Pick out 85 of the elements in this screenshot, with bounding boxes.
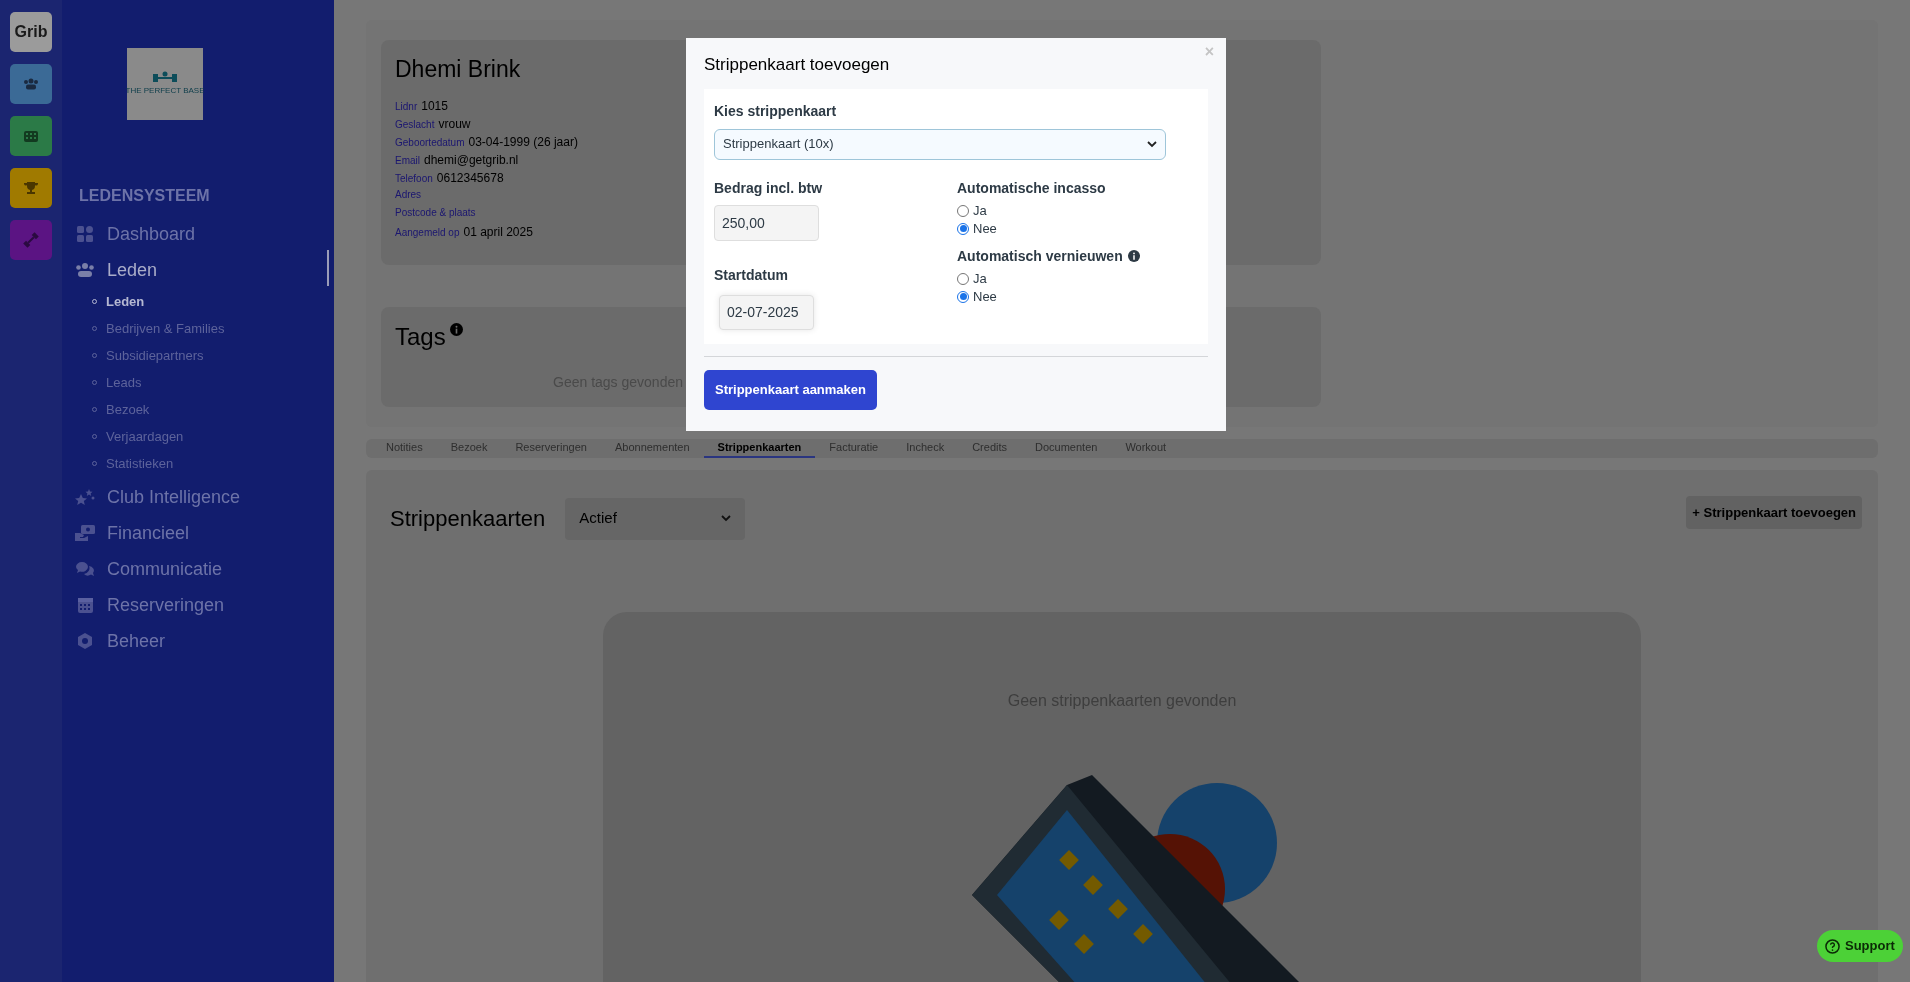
radio-button[interactable] (957, 290, 969, 303)
info-icon (449, 323, 463, 336)
nav-subitem[interactable]: Leden (75, 288, 334, 315)
tags-title: Tags (395, 322, 446, 352)
sparkle-stars-icon (75, 489, 95, 505)
support-button[interactable]: Support (1817, 930, 1903, 962)
section-heading: LEDENSYSTEEM (78, 186, 211, 206)
scroll-indicator (327, 250, 329, 286)
tab[interactable]: Documenten (1021, 439, 1112, 458)
grid-icon (77, 226, 93, 242)
create-button[interactable]: Strippenkaart aanmaken (704, 369, 877, 410)
nav-item[interactable]: Reserveringen (75, 587, 334, 623)
nav-subitem[interactable]: Bezoek (75, 396, 334, 423)
field-label: Automatische incasso (957, 178, 1106, 198)
tab[interactable]: Reserveringen (501, 439, 601, 458)
app-switcher-button[interactable]: Grib (10, 12, 52, 52)
tab[interactable]: Workout (1111, 439, 1181, 458)
nav-item[interactable]: Beheer (75, 623, 334, 659)
nav-subitem[interactable]: Leads (75, 369, 334, 396)
field-value: 03-04-1999 (26 jaar) (468, 133, 578, 151)
radio-option[interactable]: Ja (957, 201, 1140, 220)
help-icon (1825, 938, 1840, 954)
people-icon (75, 263, 95, 277)
radio-option[interactable]: Nee (957, 219, 1140, 238)
app-button[interactable] (10, 64, 52, 104)
tab[interactable]: Bezoek (436, 439, 502, 458)
field-label: Email (395, 153, 420, 168)
field-label: Telefoon (395, 171, 433, 186)
field-value: 1015 (421, 97, 448, 115)
dumbbell-icon (23, 232, 39, 248)
member-name: Dhemi Brink (395, 55, 521, 84)
trophy-icon (23, 181, 39, 195)
nav-item[interactable]: Dashboard (75, 216, 334, 252)
calendar-icon (77, 597, 93, 613)
nav-item[interactable]: Club Intelligence (75, 479, 334, 515)
settings-icon (77, 633, 93, 649)
nav-item[interactable]: Communicatie (75, 551, 334, 587)
date-input[interactable]: 02-07-2025 (719, 294, 814, 330)
field-label: Startdatum (714, 265, 789, 285)
status-dropdown[interactable]: Actief (565, 497, 746, 540)
radio-option[interactable]: Ja (957, 269, 1140, 288)
section-title: Strippenkaarten (390, 505, 546, 533)
field-value: dhemi@getgrib.nl (424, 151, 519, 169)
nav-subitem[interactable]: Statistieken (75, 450, 334, 477)
radio-button[interactable] (957, 272, 969, 285)
field-value: 01 april 2025 (463, 223, 533, 241)
nav-item[interactable]: Leden (75, 252, 334, 288)
people-icon (23, 78, 39, 90)
tab[interactable]: Notities (372, 439, 437, 458)
field-value: 0612345678 (436, 169, 504, 187)
nav-subitem[interactable]: Subsidiepartners (75, 342, 334, 369)
building-icon (24, 130, 38, 142)
field-label: Lidnr (395, 99, 418, 114)
field-label: Postcode & plaats (395, 205, 476, 220)
app-button[interactable] (10, 168, 52, 208)
field-label: Aangemeld op (395, 225, 460, 240)
chat-bubbles-icon (76, 561, 94, 577)
radio-option[interactable]: Nee (957, 287, 1140, 306)
field-label: Bedrag incl. btw (714, 178, 824, 198)
tab[interactable]: Facturatie (815, 439, 893, 458)
radio-button[interactable] (957, 222, 969, 235)
chevron-down-icon (721, 515, 732, 522)
app-button[interactable] (10, 116, 52, 156)
tab[interactable]: Incheck (892, 439, 959, 458)
radio-button[interactable] (957, 204, 969, 217)
money-hand-icon (75, 525, 95, 541)
field-label: Kies strippenkaart (714, 101, 838, 121)
nav-subitem[interactable]: Verjaardagen (75, 423, 334, 450)
tab[interactable]: Strippenkaarten (703, 439, 816, 458)
add-strippenkaart-button[interactable]: + Strippenkaart toevoegen (1686, 496, 1862, 529)
nav-item[interactable]: Financieel (75, 515, 334, 551)
info-icon (1127, 250, 1140, 262)
amount-input[interactable]: 250,00 (714, 204, 819, 241)
modal-title: Strippenkaart toevoegen (704, 54, 890, 76)
chevron-down-icon (1147, 140, 1157, 148)
field-label: Geboortedatum (395, 135, 465, 150)
strippenkaart-select[interactable]: Strippenkaart (10x) (714, 128, 1166, 160)
field-label: Geslacht (395, 117, 435, 132)
tab[interactable]: Abonnementen (600, 439, 704, 458)
field-value: vrouw (438, 115, 471, 133)
field-label: Automatisch vernieuwen (957, 246, 1123, 266)
field-label: Adres (395, 187, 422, 202)
nav-subitem[interactable]: Bedrijven & Families (75, 315, 334, 342)
dumbbell-icon (152, 71, 178, 83)
tab[interactable]: Credits (958, 439, 1021, 458)
